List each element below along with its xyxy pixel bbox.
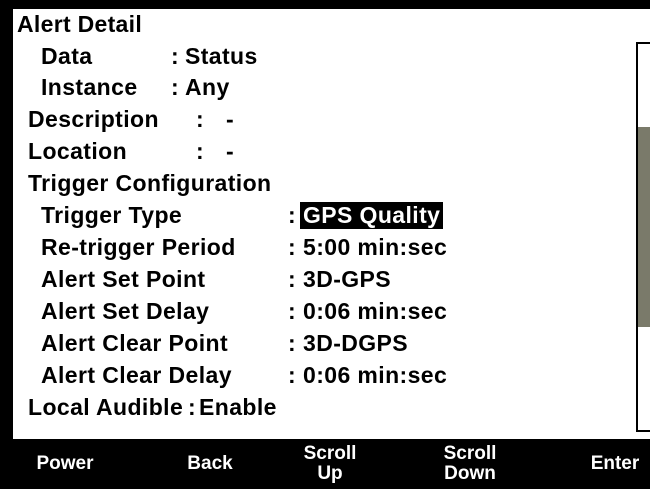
row-label: Location [28,138,128,164]
row-separator: : [288,330,297,356]
row-label: Description [28,106,159,132]
row-value: 0:06 min:sec [303,362,448,388]
row-value-selected[interactable]: GPS Quality [300,202,444,229]
row-separator: : [288,298,297,324]
scroll-up-button[interactable]: Scroll Up [285,439,375,489]
row-value: 5:00 min:sec [303,234,448,260]
row-label: Alert Set Point [41,266,206,292]
scrollbar-thumb[interactable] [638,127,650,327]
section-heading: Trigger Configuration [28,170,272,196]
row-value: 3D-DGPS [303,330,409,356]
row-separator: : [288,266,297,292]
row-label: Alert Clear Delay [41,362,232,388]
row-value: 3D-GPS [303,266,392,292]
row-separator: : [188,394,197,420]
row-label: Local Audible [28,394,184,420]
row-separator: : [288,234,297,260]
power-button[interactable]: Power [20,439,110,489]
row-value: - [226,106,235,132]
row-separator: : [196,138,205,164]
row-value: 0:06 min:sec [303,298,448,324]
row-separator: : [196,106,205,132]
row-label: Alert Clear Point [41,330,229,356]
scrollbar[interactable] [636,42,650,432]
page-title: Alert Detail [17,11,143,37]
softkey-bar: Power Back Scroll Up Scroll Down Enter [0,439,650,489]
row-separator: : [288,362,297,388]
row-value: Enable [199,394,277,420]
row-value: - [226,138,235,164]
enter-button[interactable]: Enter [580,439,650,489]
row-label: Data [41,43,93,69]
row-separator: : [171,43,180,69]
row-value: Status [185,43,258,69]
row-separator: : [171,74,180,100]
row-label: Alert Set Delay [41,298,210,324]
row-label: Trigger Type [41,202,183,228]
scroll-down-button[interactable]: Scroll Down [425,439,515,489]
row-separator: : [288,202,297,228]
display-screen: Alert Detail Data : Status Instance : An… [13,9,650,439]
back-button[interactable]: Back [165,439,255,489]
row-value: Any [185,74,230,100]
row-label: Re-trigger Period [41,234,236,260]
row-label: Instance [41,74,138,100]
